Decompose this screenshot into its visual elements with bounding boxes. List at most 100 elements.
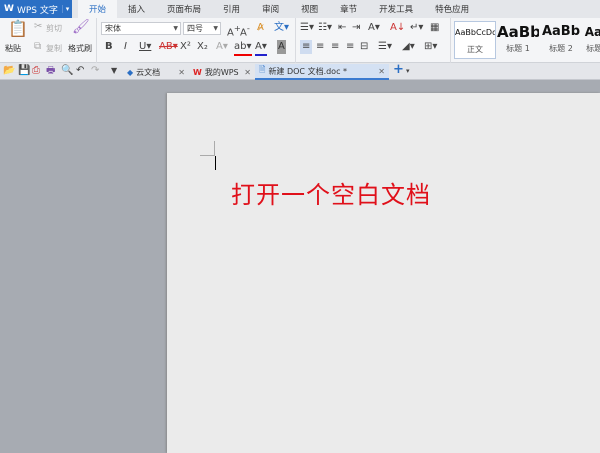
style-preview: AaBbCcDd xyxy=(455,28,495,37)
justify-icon[interactable]: ≡ xyxy=(346,40,354,54)
scissors-icon[interactable]: ✂ xyxy=(34,20,42,34)
margin-corner-mark xyxy=(200,155,215,156)
tab-view[interactable]: 视图 xyxy=(290,0,329,18)
tab-page-layout[interactable]: 页面布局 xyxy=(156,0,212,18)
copy-icon[interactable]: ⧉ xyxy=(34,40,41,54)
sort-icon[interactable]: A↓ xyxy=(390,21,405,35)
decrease-indent-icon[interactable]: ⇤ xyxy=(338,21,346,35)
style-heading-3[interactable]: AaB 标题 3 xyxy=(583,21,600,59)
tab-home[interactable]: 开始 xyxy=(78,0,118,18)
style-name: 正文 xyxy=(467,45,483,54)
bullet-list-icon[interactable]: ☰▾ xyxy=(300,21,314,35)
tab-section[interactable]: 章节 xyxy=(329,0,368,18)
chevron-down-icon[interactable]: ▾ xyxy=(62,5,72,13)
format-painter-button[interactable]: 格式刷 xyxy=(68,43,92,54)
phonetic-icon[interactable]: 文▾ xyxy=(274,21,289,35)
grow-font-icon[interactable]: A+ xyxy=(227,21,241,40)
font-group: 宋体 ▼ 四号 ▼ A+ A- A̷ 文▾ B I U▾ AB▾ X² X₂ A▾ … xyxy=(97,18,296,63)
align-left-icon[interactable]: ≡ xyxy=(300,40,313,54)
close-icon[interactable]: ✕ xyxy=(244,68,251,77)
style-name: 标题 1 xyxy=(506,44,530,53)
strikethrough-icon[interactable]: AB▾ xyxy=(159,40,178,54)
ribbon: 📋 粘贴 ✂ 剪切 ⧉ 复制 🖌 格式刷 宋体 ▼ 四号 ▼ A+ A- A̷ 文▾… xyxy=(0,18,600,63)
paste-icon[interactable]: 📋 xyxy=(8,21,28,37)
italic-icon[interactable]: I xyxy=(124,40,127,54)
align-center-icon[interactable]: ≡ xyxy=(316,40,324,54)
doc-tab-label: 云文档 xyxy=(136,67,161,77)
align-right-icon[interactable]: ≡ xyxy=(331,40,339,54)
style-heading-1[interactable]: AaBb 标题 1 xyxy=(497,21,539,59)
highlight-icon[interactable]: ab▾ xyxy=(234,40,252,56)
shading-icon[interactable]: ◢▾ xyxy=(402,40,415,54)
print-icon[interactable]: 🖶 xyxy=(46,64,55,78)
superscript-icon[interactable]: X² xyxy=(180,40,191,54)
paste-button[interactable]: 粘贴 xyxy=(5,43,21,54)
doc-tab-cloud[interactable]: ◆ 云文档 ✕ xyxy=(123,64,189,80)
tab-developer[interactable]: 开发工具 xyxy=(368,0,424,18)
clipboard-group: 📋 粘贴 ✂ 剪切 ⧉ 复制 🖌 格式刷 xyxy=(0,18,97,63)
wps-logo-icon: W xyxy=(4,4,14,14)
subscript-icon[interactable]: X₂ xyxy=(197,40,208,54)
font-name-select[interactable]: 宋体 ▼ xyxy=(101,22,181,35)
style-heading-2[interactable]: AaBb 标题 2 xyxy=(540,21,582,59)
close-icon[interactable]: ✕ xyxy=(178,68,185,77)
app-name: WPS 文字 xyxy=(16,5,58,16)
doc-tab-my-wps[interactable]: W 我的WPS ✕ xyxy=(189,64,255,80)
format-painter-icon[interactable]: 🖌 xyxy=(72,20,90,34)
copy-button[interactable]: 复制 xyxy=(46,43,62,54)
style-name: 标题 3 xyxy=(586,44,600,53)
new-tab-icon[interactable]: + xyxy=(393,63,404,77)
borders-icon[interactable]: ⊞▾ xyxy=(424,40,437,54)
table-grid-icon[interactable]: ▦ xyxy=(430,21,439,35)
style-preview: AaBb xyxy=(541,24,581,39)
document-text[interactable]: 打开一个空白文档 xyxy=(231,175,431,210)
text-effect-icon[interactable]: A▾ xyxy=(216,40,228,54)
font-color-icon[interactable]: A▾ xyxy=(255,40,267,56)
style-preview: AaB xyxy=(584,25,600,39)
font-size-value: 四号 xyxy=(187,24,203,33)
doc-tab-label: 我的WPS xyxy=(204,67,239,77)
chevron-down-icon[interactable]: ▼ xyxy=(111,64,117,78)
clear-format-icon[interactable]: A̷ xyxy=(257,21,264,35)
show-marks-icon[interactable]: ↵▾ xyxy=(410,21,423,35)
tab-insert[interactable]: 插入 xyxy=(117,0,156,18)
document-tab-bar: 📂 💾 ⎙ 🖶 🔍 ↶ ↷ ▼ ◆ 云文档 ✕ W 我的WPS ✕ 🗎 新建 DOC 文档… xyxy=(0,63,600,80)
export-pdf-icon[interactable]: ⎙ xyxy=(32,64,40,78)
doc-tab-label: 新建 DOC 文档.doc * xyxy=(268,66,348,76)
distribute-icon[interactable]: ⊟ xyxy=(360,40,368,54)
margin-corner-mark xyxy=(214,141,215,156)
text-cursor xyxy=(215,156,216,170)
tab-references[interactable]: 引用 xyxy=(212,0,251,18)
close-icon[interactable]: ✕ xyxy=(378,67,385,76)
bold-icon[interactable]: B xyxy=(105,40,113,54)
document-page[interactable]: 打开一个空白文档 xyxy=(167,93,600,453)
redo-icon[interactable]: ↷ xyxy=(91,64,99,78)
cloud-icon: ◆ xyxy=(127,67,134,77)
style-preview: AaBb xyxy=(497,23,539,41)
wps-icon: W xyxy=(193,67,202,77)
save-icon[interactable]: 💾 xyxy=(18,64,30,78)
document-icon: 🗎 xyxy=(259,65,266,74)
font-name-value: 宋体 xyxy=(105,24,121,33)
shrink-font-icon[interactable]: A- xyxy=(240,21,250,40)
tab-review[interactable]: 审阅 xyxy=(251,0,290,18)
increase-indent-icon[interactable]: ⇥ xyxy=(352,21,360,35)
print-preview-icon[interactable]: 🔍 xyxy=(61,64,73,78)
style-normal[interactable]: AaBbCcDd 正文 xyxy=(454,21,496,59)
chevron-down-icon[interactable]: ▾ xyxy=(406,64,410,78)
char-shading-icon[interactable]: A xyxy=(277,40,286,54)
undo-icon[interactable]: ↶ xyxy=(76,64,84,78)
line-spacing-icon[interactable]: ☰▾ xyxy=(378,40,392,54)
paragraph-group: ☰▾ ☷▾ ⇤ ⇥ A▾ A↓ ↵▾ ▦ ≡ ≡ ≡ ≡ ⊟ ☰▾ ◢▾ ⊞▾ xyxy=(296,18,451,63)
numbered-list-icon[interactable]: ☷▾ xyxy=(318,21,332,35)
cut-button[interactable]: 剪切 xyxy=(46,23,62,34)
open-icon[interactable]: 📂 xyxy=(3,64,15,78)
doc-tab-new-document[interactable]: 🗎 新建 DOC 文档.doc * ✕ xyxy=(255,64,389,80)
menu-bar: W WPS 文字 ▾ 开始 插入 页面布局 引用 审阅 视图 章节 开发工具 特色应… xyxy=(0,0,600,18)
char-scale-icon[interactable]: A▾ xyxy=(368,21,380,35)
app-menu-button[interactable]: W WPS 文字 ▾ xyxy=(0,0,72,18)
chevron-down-icon: ▼ xyxy=(173,25,178,32)
font-size-select[interactable]: 四号 ▼ xyxy=(183,22,221,35)
underline-icon[interactable]: U▾ xyxy=(139,40,151,54)
tab-special[interactable]: 特色应用 xyxy=(424,0,480,18)
